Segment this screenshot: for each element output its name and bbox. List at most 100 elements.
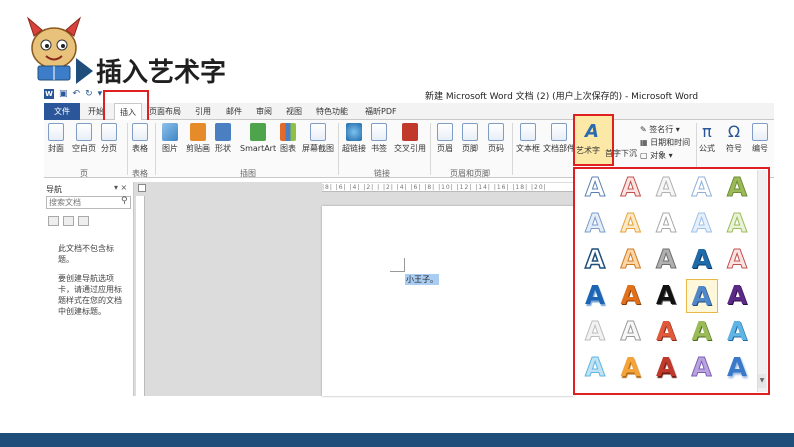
nav-headings-view-icon[interactable] [48,216,59,226]
wordart-style-option[interactable]: A [650,171,682,205]
wordart-style-option[interactable]: A [721,243,753,277]
dropcap-button[interactable]: 首字下沉 [605,148,637,159]
page-break-button[interactable]: 分页 [101,123,117,154]
chart-button[interactable]: 图表 [280,123,296,154]
shapes-button[interactable]: 形状 [215,123,231,154]
group-tables-label: 表格 [132,169,148,178]
tab-home[interactable]: 开始 [88,103,104,120]
quick-access-toolbar: W ▣ ↶ ↻ ▾ [44,88,102,100]
wordart-style-option[interactable]: A [650,243,682,277]
gallery-scrollbar[interactable] [757,170,767,392]
tab-references[interactable]: 引用 [195,103,211,120]
vertical-ruler[interactable] [136,196,145,396]
wordart-style-option[interactable]: A [579,207,611,241]
wordart-button-label: 艺术字 [576,146,600,155]
document-page[interactable] [322,206,574,396]
equation-button[interactable]: π 公式 [699,123,715,154]
screenshot-button[interactable]: 屏幕截图 [302,123,334,154]
tab-review[interactable]: 审阅 [256,103,272,120]
tab-view[interactable]: 视图 [286,103,302,120]
hyperlink-icon [346,123,362,141]
symbol-button[interactable]: Ω 符号 [726,123,742,154]
bookmark-button[interactable]: 书签 [371,123,387,154]
object-button[interactable]: ▢ 对象 ▾ [640,150,673,161]
cover-button[interactable]: 封面 [48,123,64,154]
wordart-style-option[interactable]: A [579,351,611,385]
ribbon-separator [430,123,431,175]
wordart-style-option[interactable]: A [579,171,611,205]
wordart-style-option[interactable]: A [685,279,718,313]
slide-title: 插入艺术字 [96,58,227,88]
scroll-down-arrow-icon[interactable]: ▼ [758,374,766,388]
customize-icon[interactable]: ▾ [98,88,103,100]
wordart-style-option[interactable]: A [615,279,647,313]
tab-mailings[interactable]: 邮件 [226,103,242,120]
nav-pane-close-button[interactable]: ▾ × [114,183,127,192]
wordart-style-option[interactable]: A [615,315,647,349]
wordart-style-option[interactable]: A [615,351,647,385]
wordart-style-option[interactable]: A [686,171,718,205]
wordart-style-option[interactable]: A [721,351,753,385]
hyperlink-button[interactable]: 超链接 [342,123,366,154]
undo-icon[interactable]: ↶ [73,88,81,100]
wordart-style-option[interactable]: A [650,207,682,241]
wordart-style-option[interactable]: A [686,207,718,241]
horizontal-ruler[interactable]: |8| |6| |4| |2| | |2| |4| |6| |8| |10| |… [322,183,574,192]
wordart-style-option[interactable]: A [650,315,682,349]
wordart-style-option[interactable]: A [615,243,647,277]
blank-page-button[interactable]: 空白页 [72,123,96,154]
wordart-style-option[interactable]: A [650,279,682,313]
clipart-button[interactable]: 剪贴画 [186,123,210,154]
tab-foxit-pdf[interactable]: 福昕PDF [365,103,397,120]
number-icon [752,123,768,141]
signature-line-button[interactable]: ✎ 签名行 ▾ [640,124,680,135]
wordart-style-option[interactable]: A [686,315,718,349]
nav-results-view-icon[interactable] [78,216,89,226]
window-title: 新建 Microsoft Word 文档 (2) (用户上次保存的) - Mic… [425,92,699,102]
wordart-style-option[interactable]: A [721,207,753,241]
footer-button[interactable]: 页脚 [462,123,478,154]
nav-help-message: 要创建导航选项卡，请通过应用标题样式在您的文档中创建标题。 [58,274,122,316]
wordart-style-option[interactable]: A [721,171,753,205]
picture-icon [162,123,178,141]
selected-document-text[interactable]: 小王子。 [405,274,439,285]
date-time-button[interactable]: ▦ 日期和时间 [640,137,690,148]
header-button[interactable]: 页眉 [437,123,453,154]
wordart-style-option[interactable]: A [579,279,611,313]
cross-reference-button[interactable]: 交叉引用 [394,123,426,154]
page-number-button[interactable]: 页码 [488,123,504,154]
table-button[interactable]: 表格 [132,123,148,154]
number-button[interactable]: 编号 [752,123,768,154]
document-parts-icon [551,123,567,141]
save-icon[interactable]: ▣ [59,88,68,100]
footer-icon [462,123,478,141]
tab-special[interactable]: 特色功能 [316,103,348,120]
tab-page-layout[interactable]: 页面布局 [149,103,181,120]
nav-search-input[interactable]: 搜索文档 [46,196,131,209]
textbox-button[interactable]: 文本框 [516,123,540,154]
wordart-style-option[interactable]: A [650,351,682,385]
wordart-style-option[interactable]: A [615,171,647,205]
group-illustrations-label: 插图 [240,169,256,178]
nav-pages-view-icon[interactable] [63,216,74,226]
wordart-style-option[interactable]: A [686,243,718,277]
wordart-style-option[interactable]: A [721,315,753,349]
screenshot-icon [310,123,326,141]
wordart-style-option[interactable]: A [615,207,647,241]
tab-file[interactable]: 文件 [44,103,80,120]
shapes-icon [215,123,231,141]
redo-icon[interactable]: ↻ [85,88,93,100]
ribbon-separator [512,123,513,175]
wordart-style-option[interactable]: A [721,279,753,313]
picture-button[interactable]: 图片 [162,123,178,154]
wordart-style-option[interactable]: A [686,351,718,385]
search-icon[interactable]: ⚲ [121,196,128,206]
group-pages-label: 页 [80,169,88,178]
wordart-style-option[interactable]: A [579,315,611,349]
word-logo-icon: W [44,89,54,99]
document-parts-button[interactable]: 文档部件 [543,123,575,154]
smartart-button[interactable]: SmartArt [240,123,276,154]
tab-selector[interactable] [138,184,146,192]
wordart-style-option[interactable]: A [579,243,611,277]
clipart-icon [190,123,206,141]
